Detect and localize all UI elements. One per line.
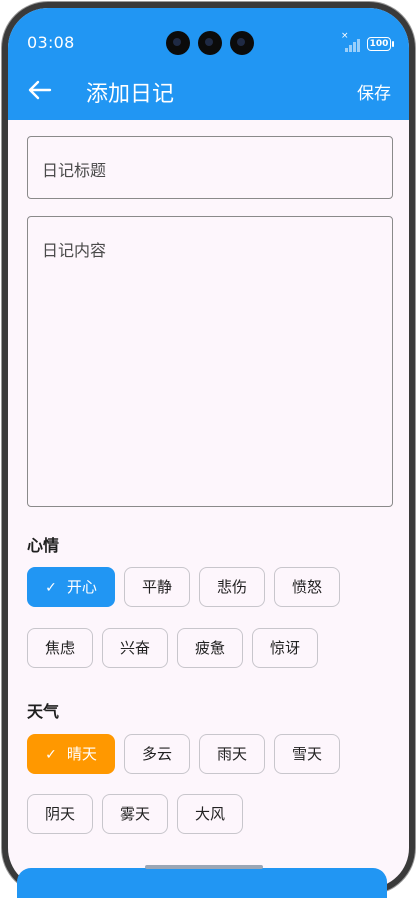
mood-chip[interactable]: 焦虑 xyxy=(27,628,93,668)
content-field[interactable]: 日记内容 xyxy=(27,216,393,507)
mood-section-label: 心情 xyxy=(27,536,60,555)
camera-icon xyxy=(230,31,254,55)
mood-chip[interactable]: 兴奋 xyxy=(102,628,168,668)
phone-frame: 03:08 × 100 添加日记 保存 日记标题 日记内容 心情 ✓ 开心 平静… xyxy=(2,2,415,894)
page-title: 添加日记 xyxy=(86,82,175,107)
mood-chip[interactable]: 疲惫 xyxy=(177,628,243,668)
bottom-action-bar[interactable] xyxy=(17,868,387,898)
weather-chip-selected[interactable]: ✓ 晴天 xyxy=(27,734,115,774)
app-screen: 03:08 × 100 添加日记 保存 日记标题 日记内容 心情 ✓ 开心 平静… xyxy=(8,8,409,888)
mood-chip[interactable]: 平静 xyxy=(124,567,190,607)
back-arrow-icon[interactable] xyxy=(28,80,52,100)
app-bar: 添加日记 保存 xyxy=(8,63,409,119)
title-field[interactable]: 日记标题 xyxy=(27,136,393,199)
weather-chip-label: 晴天 xyxy=(66,745,97,763)
battery-icon: 100 xyxy=(367,37,394,51)
status-bar: 03:08 × 100 xyxy=(8,28,409,58)
top-bar: 03:08 × 100 添加日记 保存 xyxy=(8,8,409,120)
title-placeholder: 日记标题 xyxy=(42,161,107,180)
save-button[interactable]: 保存 xyxy=(357,79,391,104)
mood-chip[interactable]: 悲伤 xyxy=(199,567,265,607)
mood-chip-selected[interactable]: ✓ 开心 xyxy=(27,567,115,607)
weather-chip[interactable]: 阴天 xyxy=(27,794,93,834)
signal-icon: × xyxy=(341,31,365,52)
weather-section-label: 天气 xyxy=(27,702,60,721)
check-icon: ✓ xyxy=(45,747,57,763)
weather-chip[interactable]: 多云 xyxy=(124,734,190,774)
mood-chip[interactable]: 愤怒 xyxy=(274,567,340,607)
home-indicator xyxy=(145,865,263,869)
camera-icon xyxy=(198,31,222,55)
mood-chip-label: 开心 xyxy=(66,578,97,596)
check-icon: ✓ xyxy=(45,580,57,596)
weather-chip[interactable]: 大风 xyxy=(177,794,243,834)
weather-chip[interactable]: 雾天 xyxy=(102,794,168,834)
content-placeholder: 日记内容 xyxy=(42,241,107,260)
mood-chip[interactable]: 惊讶 xyxy=(252,628,318,668)
camera-icon xyxy=(166,31,190,55)
weather-chip[interactable]: 雪天 xyxy=(274,734,340,774)
status-time: 03:08 xyxy=(27,33,75,52)
weather-chip[interactable]: 雨天 xyxy=(199,734,265,774)
